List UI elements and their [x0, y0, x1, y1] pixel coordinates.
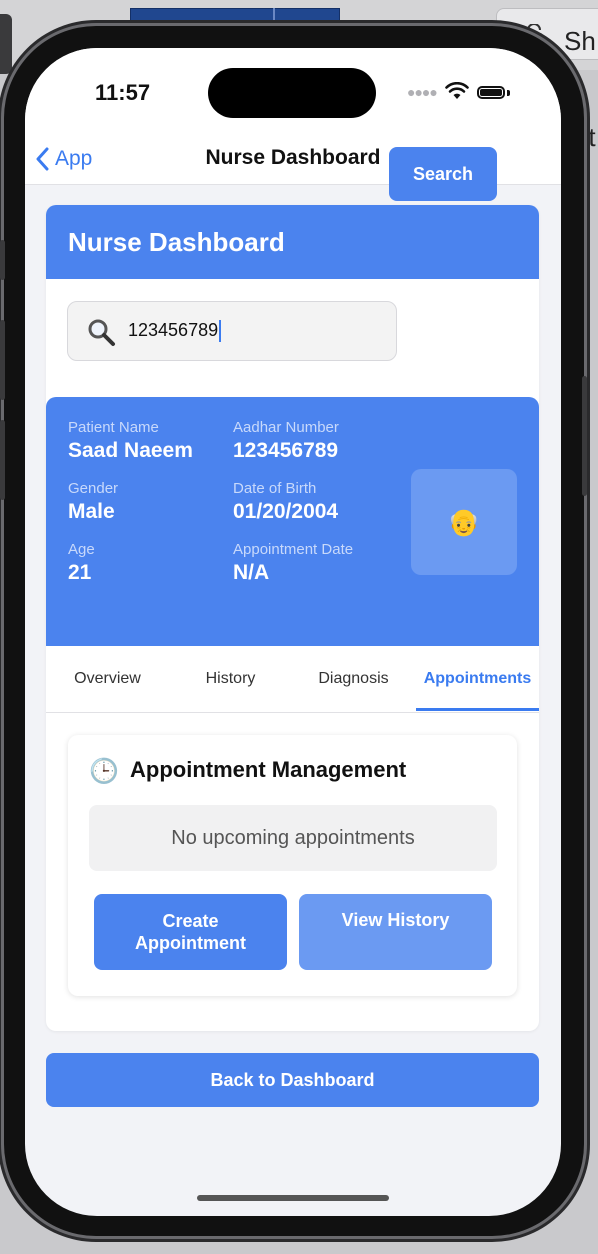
appointment-date-value: N/A [233, 561, 270, 584]
magnifier-icon [88, 319, 115, 346]
clock-icon: 🕒 [89, 758, 119, 785]
tab-history[interactable]: History [169, 646, 292, 712]
desktop-tab-label: Sh [564, 26, 596, 56]
appointment-card: 🕒 Appointment Management No upcoming app… [68, 735, 517, 996]
gender-label: Gender [68, 480, 119, 497]
wifi-icon [445, 82, 469, 99]
search-input-value: 123456789 [128, 320, 222, 343]
aadhar-value: 123456789 [233, 439, 339, 462]
status-bar: 11:57 ●●●● [25, 48, 561, 138]
tab-diagnosis[interactable]: Diagnosis [292, 646, 415, 712]
appointment-date-label: Appointment Date [233, 541, 354, 558]
desktop-badge [0, 14, 12, 74]
patient-name-label: Patient Name [68, 419, 159, 436]
tab-overview[interactable]: Overview [46, 646, 169, 712]
search-input[interactable]: 123456789 [67, 301, 397, 361]
dashboard-header: Nurse Dashboard [46, 205, 539, 279]
phone-screen: 11:57 ●●●● App Nurse Dashboard Nurse Das… [25, 48, 561, 1216]
create-appointment-label: Create Appointment [135, 911, 246, 953]
create-appointment-button[interactable]: Create Appointment [94, 894, 287, 970]
tab-appointments[interactable]: Appointments [416, 646, 539, 712]
power-button [582, 376, 587, 496]
volume-up-button [0, 320, 5, 400]
tab-bar: Overview History Diagnosis Appointments [46, 646, 539, 713]
age-value: 21 [68, 561, 92, 584]
old-man-icon: 👴 [447, 506, 481, 537]
signal-icon: ●●●● [407, 84, 438, 100]
patient-avatar: 👴 [411, 469, 517, 575]
gender-value: Male [68, 500, 115, 523]
status-time: 11:57 [95, 80, 151, 105]
dynamic-island [208, 68, 376, 118]
aadhar-label: Aadhar Number [233, 419, 339, 436]
active-tab-indicator [416, 708, 539, 711]
patient-info-card: Patient Name Saad Naeem Aadhar Number 12… [46, 397, 539, 646]
volume-down-button [0, 420, 5, 500]
appointment-title: Appointment Management [130, 757, 407, 782]
empty-appointments-message: No upcoming appointments [89, 805, 497, 871]
dob-label: Date of Birth [233, 480, 317, 497]
home-indicator [197, 1195, 389, 1201]
dob-value: 01/20/2004 [233, 500, 339, 523]
patient-name-value: Saad Naeem [68, 439, 193, 462]
search-button[interactable]: Search [389, 147, 497, 201]
battery-icon [477, 86, 505, 99]
age-label: Age [68, 541, 95, 558]
back-to-dashboard-button[interactable]: Back to Dashboard [46, 1053, 539, 1107]
battery-cap [507, 90, 510, 96]
dashboard-title: Nurse Dashboard [68, 227, 285, 257]
action-button [0, 240, 5, 280]
view-history-button[interactable]: View History [299, 894, 492, 970]
